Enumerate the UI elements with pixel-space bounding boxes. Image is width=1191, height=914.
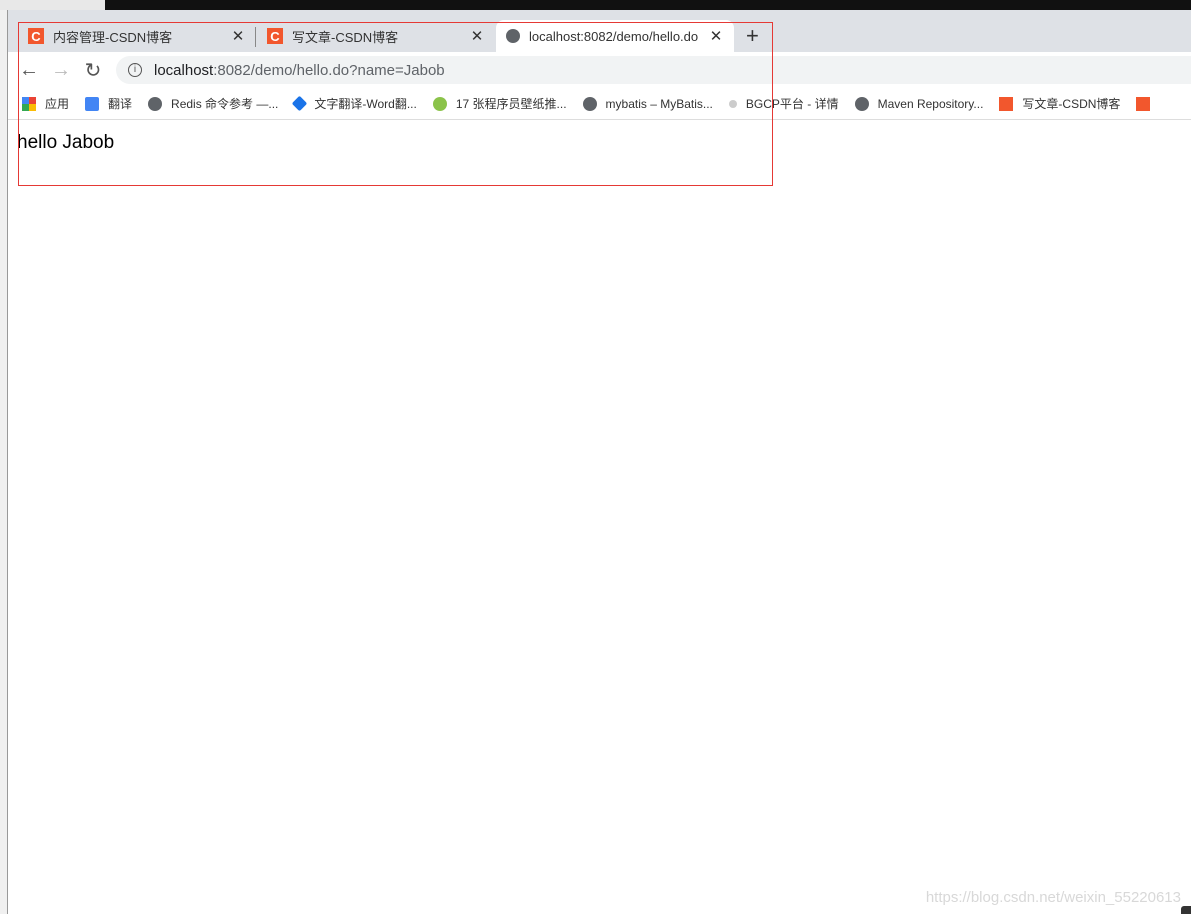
csdn-icon	[999, 96, 1014, 111]
globe-icon	[854, 96, 869, 111]
bookmark-csdn-write[interactable]: 写文章-CSDN博客	[999, 95, 1120, 112]
background-window	[105, 0, 1191, 10]
bookmark-maven[interactable]: Maven Repository...	[854, 96, 984, 111]
watermark: https://blog.csdn.net/weixin_55220613	[925, 889, 1181, 906]
bookmark-label: Maven Repository...	[877, 96, 984, 111]
background-desktop	[0, 0, 105, 10]
scrollbar[interactable]	[1181, 906, 1191, 914]
bookmark-label: 写文章-CSDN博客	[1022, 97, 1121, 111]
highlight-box	[18, 22, 773, 186]
bookmark-overflow[interactable]	[1136, 96, 1159, 111]
csdn-icon	[1136, 96, 1151, 111]
